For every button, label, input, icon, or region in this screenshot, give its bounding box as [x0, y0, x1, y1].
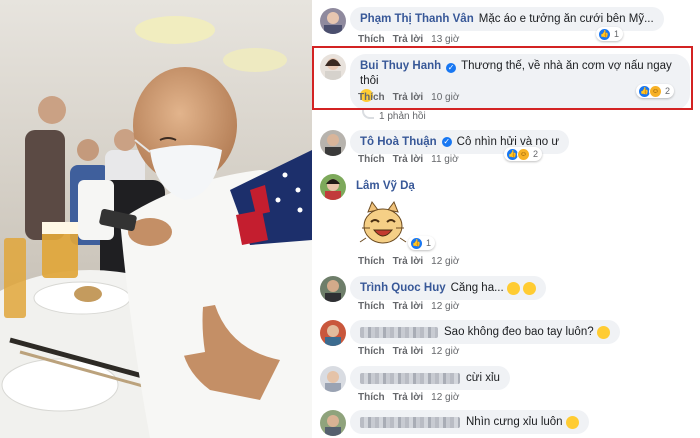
- like-button[interactable]: Thích: [358, 301, 385, 312]
- reply-button[interactable]: Trả lời: [393, 256, 423, 267]
- reaction-count: 2: [533, 149, 539, 159]
- avatar[interactable]: [320, 130, 346, 156]
- reply-button[interactable]: Trả lời: [393, 301, 423, 312]
- comment-actions: Thích Trả lời 12 giờ: [358, 256, 459, 267]
- comment-text: cừi xỉu: [466, 372, 500, 384]
- comment-item: Sao không đeo bao tay luôn? Thích Trả lời…: [312, 318, 700, 362]
- grimacing-emoji-icon: [522, 281, 536, 295]
- comment-actions: Thích Trả lời 13 giờ: [358, 34, 459, 45]
- avatar[interactable]: [320, 276, 346, 302]
- avatar[interactable]: [320, 174, 346, 200]
- comment-text: Cô nhìn hửi và no ư: [456, 136, 560, 148]
- comment-time[interactable]: 13 giờ: [431, 34, 459, 45]
- blurred-commenter-name: [360, 372, 460, 384]
- comment-item: Tô Hoà Thuận ✓ Cô nhìn hửi và no ư 👍 ☺ 2 …: [312, 126, 700, 170]
- comment-actions: Thích Trả lời 12 giờ: [358, 346, 459, 357]
- comment-bubble: Sao không đeo bao tay luôn?: [350, 320, 620, 344]
- comment-bubble: Trình Quoc Huy Căng ha...: [350, 276, 546, 300]
- comment-text: Nhìn cưng xỉu luôn: [466, 416, 563, 428]
- like-button[interactable]: Thích: [358, 346, 385, 357]
- commenter-name[interactable]: Lâm Vỹ Dạ: [356, 180, 415, 192]
- blurred-commenter-name: [360, 416, 460, 428]
- avatar[interactable]: [320, 8, 346, 34]
- blurred-commenter-name: [360, 326, 438, 338]
- avatar[interactable]: [320, 410, 346, 436]
- reply-button[interactable]: Trả lời: [393, 346, 423, 357]
- avatar[interactable]: [320, 320, 346, 346]
- commenter-name[interactable]: Phạm Thị Thanh Vân: [360, 13, 474, 25]
- reaction-summary[interactable]: 👍 ☺ 2: [504, 147, 543, 161]
- avatar[interactable]: [320, 366, 346, 392]
- reaction-summary[interactable]: 👍 1: [596, 27, 624, 41]
- like-button[interactable]: Thích: [358, 154, 385, 165]
- comment-bubble: Nhìn cưng xỉu luôn: [350, 410, 589, 434]
- like-reaction-icon: 👍: [410, 236, 423, 250]
- comment-time[interactable]: 12 giờ: [431, 346, 459, 357]
- highlight-box: [312, 46, 693, 110]
- thread-line: [362, 109, 374, 119]
- view-replies-link[interactable]: 1 phản hồi: [379, 111, 426, 122]
- comment-actions: Thích Trả lời 12 giờ: [358, 392, 459, 403]
- kissing-emoji-icon: [565, 415, 579, 429]
- comment-text: Mặc áo e tưởng ăn cưới bên Mỹ...: [478, 13, 654, 25]
- comment-bubble: cừi xỉu: [350, 366, 510, 390]
- haha-reaction-icon: ☺: [517, 147, 530, 161]
- comment-text: Sao không đeo bao tay luôn?: [444, 326, 594, 338]
- verified-badge-icon: ✓: [441, 137, 452, 147]
- reply-button[interactable]: Trả lời: [393, 154, 423, 165]
- comment-time[interactable]: 12 giờ: [431, 256, 459, 267]
- comment-time[interactable]: 12 giờ: [431, 392, 459, 403]
- photo-image-icon: [0, 0, 312, 438]
- comment-item: Lâm Vỹ Dạ 👍 1 Thích Trả lời 12 giờ: [312, 172, 700, 268]
- reaction-count: 1: [426, 238, 432, 248]
- comment-actions: Thích Trả lời 11 giờ: [358, 154, 459, 165]
- reply-button[interactable]: Trả lời: [393, 392, 423, 403]
- like-button[interactable]: Thích: [358, 392, 385, 403]
- comment-time[interactable]: 11 giờ: [431, 154, 459, 165]
- like-button[interactable]: Thích: [358, 34, 385, 45]
- laughing-emoji-icon: [596, 325, 610, 339]
- commenter-name[interactable]: Trình Quoc Huy: [360, 282, 446, 294]
- commenter-name[interactable]: Tô Hoà Thuận: [360, 136, 437, 148]
- like-button[interactable]: Thích: [358, 256, 385, 267]
- comment-item: Trình Quoc Huy Căng ha... Thích Trả lời 12…: [312, 272, 700, 316]
- reaction-count: 1: [614, 29, 620, 39]
- post-photo[interactable]: [0, 0, 312, 438]
- comment-item: cừi xỉu Thích Trả lời 12 giờ: [312, 364, 700, 408]
- reaction-summary[interactable]: 👍 1: [408, 236, 436, 250]
- reply-button[interactable]: Trả lời: [393, 34, 423, 45]
- comment-text: Căng ha...: [450, 282, 504, 294]
- comment-actions: Thích Trả lời 12 giờ: [358, 301, 459, 312]
- laughing-cat-sticker-icon[interactable]: [356, 198, 410, 252]
- laughing-emoji-icon: [506, 281, 520, 295]
- like-reaction-icon: 👍: [598, 27, 611, 41]
- comment-item: Nhìn cưng xỉu luôn: [312, 408, 700, 438]
- comment-time[interactable]: 12 giờ: [431, 301, 459, 312]
- comment-item: Phạm Thị Thanh Vân Mặc áo e tưởng ăn cướ…: [312, 0, 700, 46]
